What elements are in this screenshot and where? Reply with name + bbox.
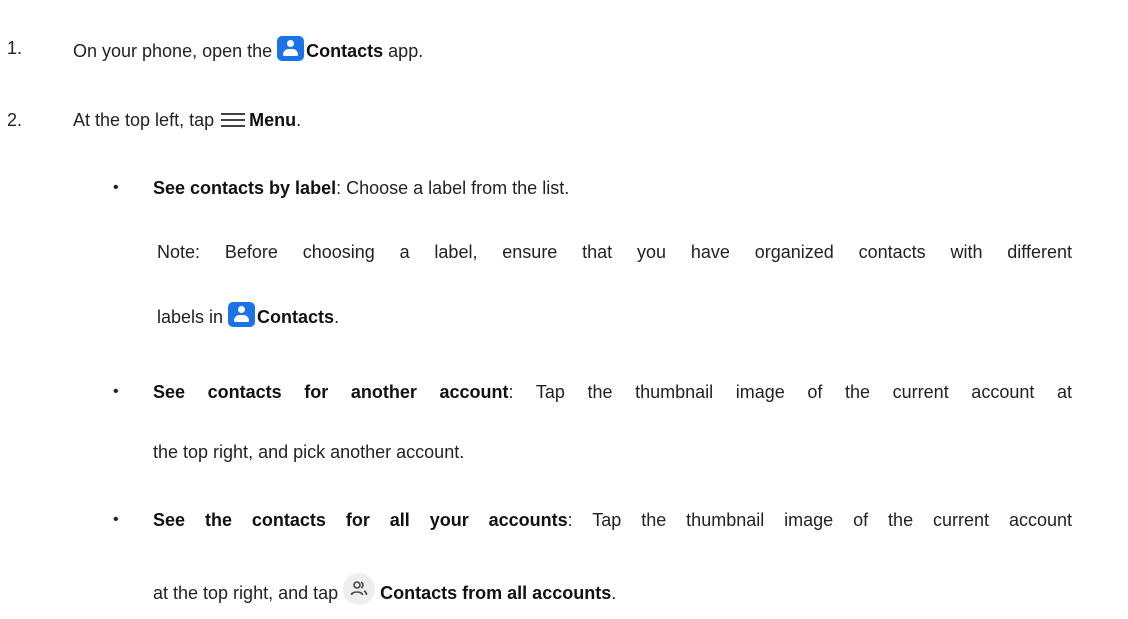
all-accounts-icon (343, 573, 376, 605)
bullet-3-continuation: at the top right, and tap Contacts from … (153, 573, 616, 605)
bullet-3-continuation-text: at the top right, and tap (153, 583, 344, 603)
step-1-app-name: Contacts (306, 41, 384, 61)
note-line-2-suffix: . (334, 307, 340, 327)
bullet-3-continuation-suffix: . (611, 583, 617, 603)
contacts-app-icon (228, 302, 256, 327)
bullet-2-continuation: the top right, and pick another account. (153, 442, 465, 462)
step-2-suffix: . (296, 110, 302, 130)
hamburger-menu-icon (221, 113, 246, 127)
bullet-2-title: See contacts for another account (153, 382, 509, 402)
note-line-2-text: labels in (157, 307, 229, 327)
bullet-3-title: See the contacts for all your accounts (153, 510, 568, 530)
step-1-text: On your phone, open the (73, 41, 278, 61)
step-1-suffix: app. (383, 41, 424, 61)
bullet-marker: • (113, 511, 119, 528)
bullet-1-text: : Choose a label from the list. (336, 178, 570, 198)
step-2-text: At the top left, tap (73, 110, 220, 130)
bullet-3-continuation-bold: Contacts from all accounts (380, 583, 612, 603)
step-2-number: 2. (7, 110, 23, 130)
contacts-app-icon (277, 36, 305, 61)
note-contacts-label: Contacts (257, 307, 335, 327)
note-line-2: labels in Contacts. (157, 302, 339, 329)
bullet-3-text: : Tap the thumbnail image of the current… (567, 510, 1072, 530)
note-line-1: Note: Before choosing a label, ensure th… (157, 242, 1072, 262)
step-1-number: 1. (7, 38, 23, 58)
step-2-menu-label: Menu (249, 110, 297, 130)
bullet-marker: • (113, 383, 119, 400)
bullet-marker: • (113, 179, 119, 196)
bullet-1-title: See contacts by label (153, 178, 337, 198)
bullet-2-text: : Tap the thumbnail image of the current… (508, 382, 1072, 402)
